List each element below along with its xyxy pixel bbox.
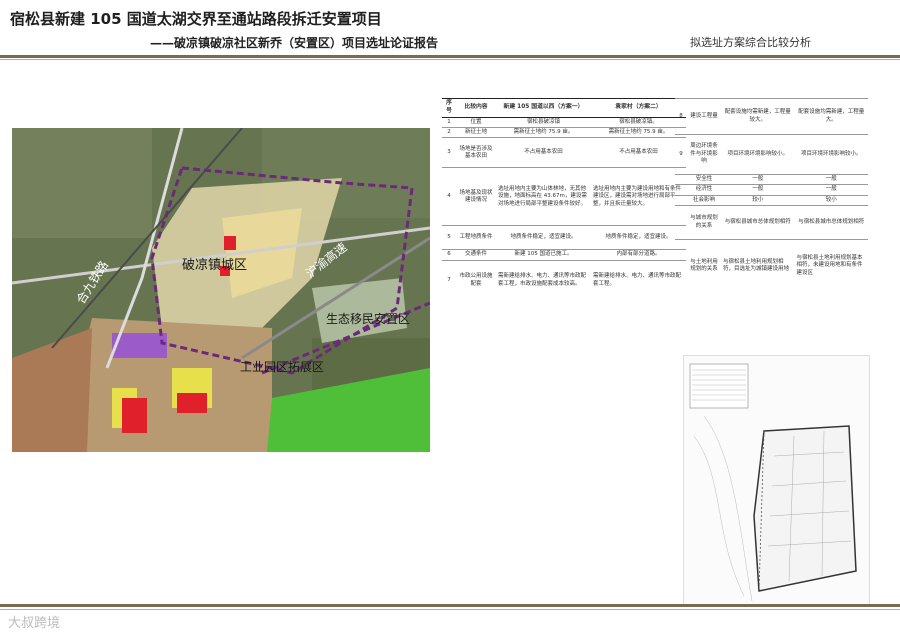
table-cell: 选址用地内主要为山体林地，无其他设施，地面标高在 43.67m，建设需对场地进行…	[496, 167, 591, 226]
table-cell: 选址用地内主要为建设用地和有条件建设区，建设需对场地进行局部平整，并且拆迁量较大…	[591, 167, 686, 226]
table-cell: 1	[442, 116, 456, 128]
table-cell: 一般	[794, 173, 868, 185]
header-divider	[0, 55, 900, 58]
table-cell: 5	[442, 225, 456, 250]
table-cell: 与宿松县城市总体规划相符	[721, 205, 795, 240]
table-cell: 3	[442, 137, 456, 168]
watermark: 大叔跨境	[8, 616, 61, 631]
table-row: 3 场地是否涉及基本农田 不占用基本农田 不占用基本农田	[442, 137, 686, 168]
table-cell: 与城市规划的关系	[687, 205, 721, 240]
table-cell: 9	[675, 134, 687, 175]
map-graphic	[12, 128, 430, 452]
table-cell: 7	[442, 259, 456, 301]
table-cell: 一般	[721, 173, 795, 185]
table-cell: 与宿松县城市总体规划相符	[794, 205, 868, 240]
table-cell: 配套设施均需新建，工程量大。	[794, 98, 868, 135]
table-cell: 2	[442, 127, 456, 138]
table-cell: 场地基及现状建设情况	[456, 167, 496, 226]
table-cell: 建设工程量	[687, 98, 721, 135]
table-row: 9 周边环境条件与环境影响 项目环境环境影响较小。 项目环境环境影响较小。	[675, 134, 868, 175]
table-cell: 需新建给排水、电力、通讯等市政配套工程。	[591, 259, 686, 301]
footer-divider	[0, 604, 900, 607]
table-cell	[675, 184, 687, 196]
header-divider-thin	[0, 59, 900, 60]
comparison-table-left: 序号 比较内容 新建 105 国道以西（方案一） 袁家村（方案二） 1 位置 宿…	[442, 98, 686, 354]
table-cell: 宿松县破凉镇。	[591, 116, 686, 128]
table-cell: 新征土地	[456, 127, 496, 138]
table-row: 5 工程地质条件 地质条件稳定，适宜建设。 地质条件稳定，适宜建设。	[442, 225, 686, 250]
site-plan-drawing	[683, 355, 870, 607]
table-row: 8 建设工程量 配套设施均需新建，工程量较大。 配套设施均需新建，工程量大。	[675, 98, 868, 135]
table-cell: 需新征土地约 75.9 亩。	[591, 127, 686, 138]
map-label-eco: 生态移民安置区	[326, 312, 411, 326]
table-cell: 安全性	[687, 173, 721, 185]
table-row: 与城市规划的关系 与宿松县城市总体规划相符 与宿松县城市总体规划相符	[675, 205, 868, 240]
table-cell: 工程地质条件	[456, 225, 496, 250]
table-cell: 与土地利用规划的关系	[687, 239, 721, 292]
table-cell: 不占用基本农田	[591, 137, 686, 168]
table-row: 4 场地基及现状建设情况 选址用地内主要为山体林地，无其他设施，地面标高在 43…	[442, 167, 686, 226]
table-cell: 与宿松县土地利用规划相符，目选址为城镇建设用地	[721, 239, 795, 292]
table-cell: 较小	[721, 194, 795, 206]
table-cell: 项目环境环境影响较小。	[794, 134, 868, 175]
table-row: 安全性 一般 一般	[675, 173, 868, 185]
table-cell	[675, 194, 687, 206]
table-cell	[675, 173, 687, 185]
table-row: 6 交通条件 新建 105 国道已施工。 内部有部分道路。	[442, 249, 686, 261]
table-cell: 不占用基本农田	[496, 137, 591, 168]
table-cell: 经济性	[687, 184, 721, 196]
map-label-town: 破凉镇城区	[182, 258, 248, 273]
header-cell: 新建 105 国道以西（方案一）	[496, 98, 591, 118]
table-cell: 市政公用设施配套	[456, 259, 496, 301]
table-cell	[675, 205, 687, 240]
table-cell: 社会影响	[687, 194, 721, 206]
table-cell: 地质条件稳定，适宜建设。	[496, 225, 591, 250]
table-cell: 与宿松县土地利用规划基本相符，未建设用地和有条件建设区	[794, 239, 868, 292]
table-row: 7 市政公用设施配套 需新建给排水、电力、通讯等市政配套工程，市政设施配套成本较…	[442, 259, 686, 301]
table-row: 经济性 一般 一般	[675, 184, 868, 196]
page-title: 宿松县新建 105 国道太湖交界至通站路段拆迁安置项目	[10, 10, 382, 28]
site-plan-graphic	[689, 363, 857, 602]
table-cell: 8	[675, 98, 687, 135]
table-cell: 6	[442, 249, 456, 261]
table-header-row: 序号 比较内容 新建 105 国道以西（方案一） 袁家村（方案二）	[442, 98, 686, 118]
table-cell: 需新建给排水、电力、通讯等市政配套工程，市政设施配套成本较高。	[496, 259, 591, 301]
table-row: 社会影响 较小 较小	[675, 194, 868, 206]
table-cell: 较小	[794, 194, 868, 206]
table-cell: 新建 105 国道已施工。	[496, 249, 591, 261]
table-cell: 位置	[456, 116, 496, 128]
table-cell: 地质条件稳定，适宜建设。	[591, 225, 686, 250]
table-cell: 场地是否涉及基本农田	[456, 137, 496, 168]
table-cell: 一般	[794, 184, 868, 196]
table-cell: 一般	[721, 184, 795, 196]
header-cell: 袁家村（方案二）	[591, 98, 686, 118]
header-cell: 序号	[442, 98, 456, 118]
table-cell: 周边环境条件与环境影响	[687, 134, 721, 175]
table-row: 2 新征土地 需新征土地约 75.9 亩。 需新征土地约 75.9 亩。	[442, 127, 686, 138]
table-cell: 4	[442, 167, 456, 226]
page-subtitle: ——破凉镇破凉社区新乔（安置区）项目选址论证报告	[150, 36, 439, 50]
table-row: 1 位置 宿松县破凉镇 宿松县破凉镇。	[442, 116, 686, 128]
table-cell: 内部有部分道路。	[591, 249, 686, 261]
table-cell: 宿松县破凉镇	[496, 116, 591, 128]
table-cell: 需新征土地约 75.9 亩。	[496, 127, 591, 138]
table-cell: 配套设施均需新建，工程量较大。	[721, 98, 795, 135]
table-cell	[675, 239, 687, 292]
header-cell: 比较内容	[456, 98, 496, 118]
table-cell: 交通条件	[456, 249, 496, 261]
map-label-industrial: 工业园区拓展区	[240, 360, 325, 374]
section-label: 拟选址方案综合比较分析	[690, 36, 811, 49]
comparison-table-right: 8 建设工程量 配套设施均需新建，工程量较大。 配套设施均需新建，工程量大。 9…	[675, 98, 868, 354]
table-cell: 项目环境环境影响较小。	[721, 134, 795, 175]
footer-divider-thin	[0, 609, 900, 610]
table-row: 与土地利用规划的关系 与宿松县土地利用规划相符，目选址为城镇建设用地 与宿松县土…	[675, 239, 868, 292]
planning-map: 破凉镇城区 生态移民安置区 工业园区拓展区 合九铁路 沪渝高速	[12, 128, 430, 452]
